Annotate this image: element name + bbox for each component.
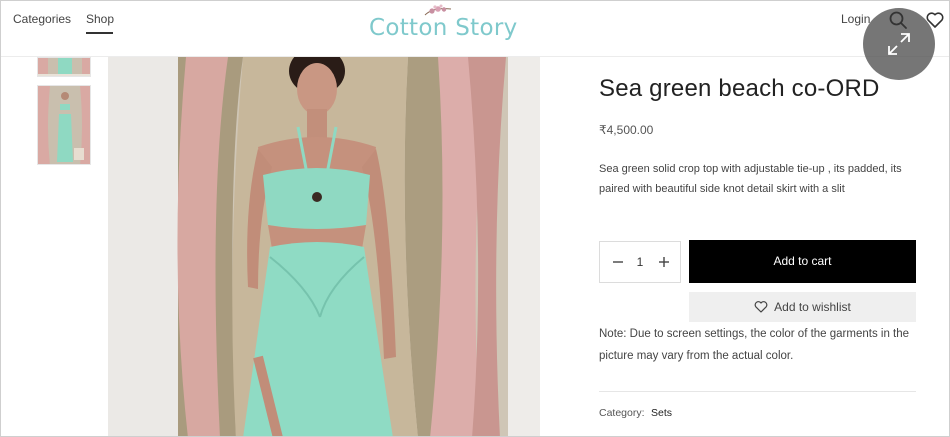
quantity-value[interactable]: 1 [630,255,650,269]
nav-categories[interactable]: Categories [13,12,71,26]
thumbnail-2[interactable] [37,85,91,165]
product-description: Sea green solid crop top with adjustable… [599,163,902,195]
nav-active-underline [86,32,113,34]
thumbnail-2-image [38,86,90,164]
login-link[interactable]: Login [841,12,870,26]
search-icon[interactable] [888,10,908,30]
quantity-stepper: 1 [599,241,681,283]
page-frame: Categories Shop Cotton Story Login Sea g… [0,0,950,437]
thumbnail-1[interactable] [37,57,91,77]
product-photo [108,57,540,436]
product-price: ₹4,500.00 [599,123,654,137]
wishlist-label: Add to wishlist [774,300,851,314]
site-header: Categories Shop Cotton Story Login [1,1,949,57]
wishlist-heart-icon [754,301,768,313]
logo-text: Cotton Story [369,15,518,41]
logo[interactable]: Cotton Story [367,3,517,49]
nav-shop[interactable]: Shop [86,12,114,26]
product-title: Sea green beach co-ORD [599,75,880,102]
product-main-image[interactable] [108,57,540,436]
divider [599,391,916,392]
thumbnail-1-image [38,58,90,76]
category-link[interactable]: Sets [651,407,672,419]
increase-quantity-button[interactable] [655,253,673,271]
color-note: Note: Due to screen settings, the color … [599,328,910,362]
plus-icon [659,257,669,267]
expand-icon [888,33,910,55]
add-to-cart-button[interactable]: Add to cart [689,240,916,283]
decrease-quantity-button[interactable] [609,253,627,271]
minus-icon [613,261,623,263]
category-label: Category: [599,407,645,419]
add-to-wishlist-button[interactable]: Add to wishlist [689,292,916,322]
